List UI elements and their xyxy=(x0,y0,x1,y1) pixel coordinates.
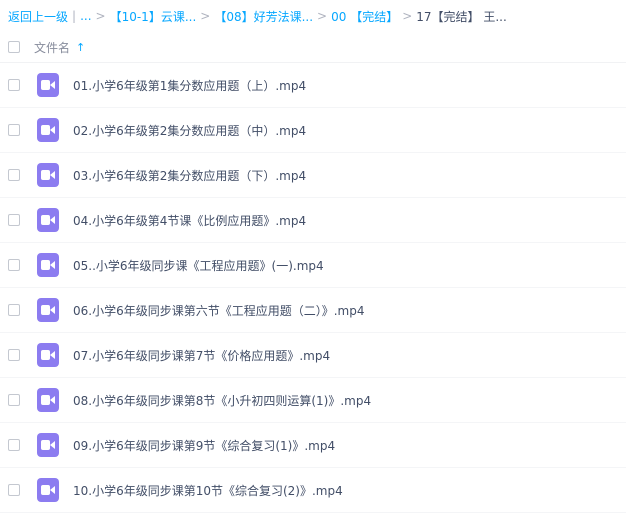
file-list: 01.小学6年级第1集分数应用题（上）.mp4 02.小学6年级第2集分数应用题（… xyxy=(0,63,626,513)
breadcrumb-ellipsis[interactable]: ... xyxy=(80,9,91,23)
breadcrumb-current: 17【完结】 王... xyxy=(416,9,507,24)
row-checkbox[interactable] xyxy=(8,214,20,226)
sort-ascending-icon[interactable]: ↑ xyxy=(76,41,85,54)
filename-column-header[interactable]: 文件名 xyxy=(34,39,70,56)
file-name[interactable]: 07.小学6年级同步课第7节《价格应用题》.mp4 xyxy=(73,347,330,364)
breadcrumb-item[interactable]: 【10-1】云课... xyxy=(110,8,197,25)
file-name[interactable]: 02.小学6年级第2集分数应用题（中）.mp4 xyxy=(73,122,306,139)
file-row[interactable]: 09.小学6年级同步课第9节《综合复习(1)》.mp4 xyxy=(0,423,626,468)
file-row[interactable]: 06.小学6年级同步课第六节《工程应用题（二）》.mp4 xyxy=(0,288,626,333)
video-file-icon xyxy=(37,73,59,97)
file-name[interactable]: 06.小学6年级同步课第六节《工程应用题（二）》.mp4 xyxy=(73,302,364,319)
breadcrumb-separator: > xyxy=(402,9,413,23)
video-file-icon xyxy=(37,208,59,232)
video-file-icon xyxy=(37,298,59,322)
file-row[interactable]: 07.小学6年级同步课第7节《价格应用题》.mp4 xyxy=(0,333,626,378)
file-row[interactable]: 08.小学6年级同步课第8节《小升初四则运算(1)》.mp4 xyxy=(0,378,626,423)
breadcrumb-separator: > xyxy=(200,9,211,23)
file-row[interactable]: 03.小学6年级第2集分数应用题（下）.mp4 xyxy=(0,153,626,198)
file-name[interactable]: 05..小学6年级同步课《工程应用题》(一).mp4 xyxy=(73,257,324,274)
file-name[interactable]: 09.小学6年级同步课第9节《综合复习(1)》.mp4 xyxy=(73,437,335,454)
video-file-icon xyxy=(37,478,59,502)
row-checkbox[interactable] xyxy=(8,79,20,91)
file-name[interactable]: 01.小学6年级第1集分数应用题（上）.mp4 xyxy=(73,77,306,94)
list-header: 文件名 ↑ xyxy=(0,32,626,63)
row-checkbox[interactable] xyxy=(8,439,20,451)
row-checkbox[interactable] xyxy=(8,349,20,361)
video-file-icon xyxy=(37,343,59,367)
file-row[interactable]: 02.小学6年级第2集分数应用题（中）.mp4 xyxy=(0,108,626,153)
file-name[interactable]: 08.小学6年级同步课第8节《小升初四则运算(1)》.mp4 xyxy=(73,392,371,409)
file-row[interactable]: 01.小学6年级第1集分数应用题（上）.mp4 xyxy=(0,63,626,108)
row-checkbox[interactable] xyxy=(8,169,20,181)
file-name[interactable]: 04.小学6年级第4节课《比例应用题》.mp4 xyxy=(73,212,306,229)
video-file-icon xyxy=(37,433,59,457)
row-checkbox[interactable] xyxy=(8,484,20,496)
breadcrumb-separator: > xyxy=(95,9,106,23)
row-checkbox[interactable] xyxy=(8,259,20,271)
back-link[interactable]: 返回上一级 xyxy=(8,8,68,25)
breadcrumb-separator: > xyxy=(317,9,328,23)
breadcrumb: 返回上一级 | ... > 【10-1】云课... > 【08】好芳法课... … xyxy=(0,0,626,32)
file-name[interactable]: 10.小学6年级同步课第10节《综合复习(2)》.mp4 xyxy=(73,482,343,499)
video-file-icon xyxy=(37,388,59,412)
video-file-icon xyxy=(37,253,59,277)
file-row[interactable]: 04.小学6年级第4节课《比例应用题》.mp4 xyxy=(0,198,626,243)
breadcrumb-divider: | xyxy=(72,9,77,23)
row-checkbox[interactable] xyxy=(8,304,20,316)
video-file-icon xyxy=(37,163,59,187)
select-all-checkbox[interactable] xyxy=(8,41,20,53)
breadcrumb-item[interactable]: 00 【完结】 xyxy=(331,8,398,25)
breadcrumb-item[interactable]: 【08】好芳法课... xyxy=(214,8,313,25)
file-row[interactable]: 05..小学6年级同步课《工程应用题》(一).mp4 xyxy=(0,243,626,288)
file-name[interactable]: 03.小学6年级第2集分数应用题（下）.mp4 xyxy=(73,167,306,184)
row-checkbox[interactable] xyxy=(8,394,20,406)
file-row[interactable]: 10.小学6年级同步课第10节《综合复习(2)》.mp4 xyxy=(0,468,626,513)
row-checkbox[interactable] xyxy=(8,124,20,136)
video-file-icon xyxy=(37,118,59,142)
